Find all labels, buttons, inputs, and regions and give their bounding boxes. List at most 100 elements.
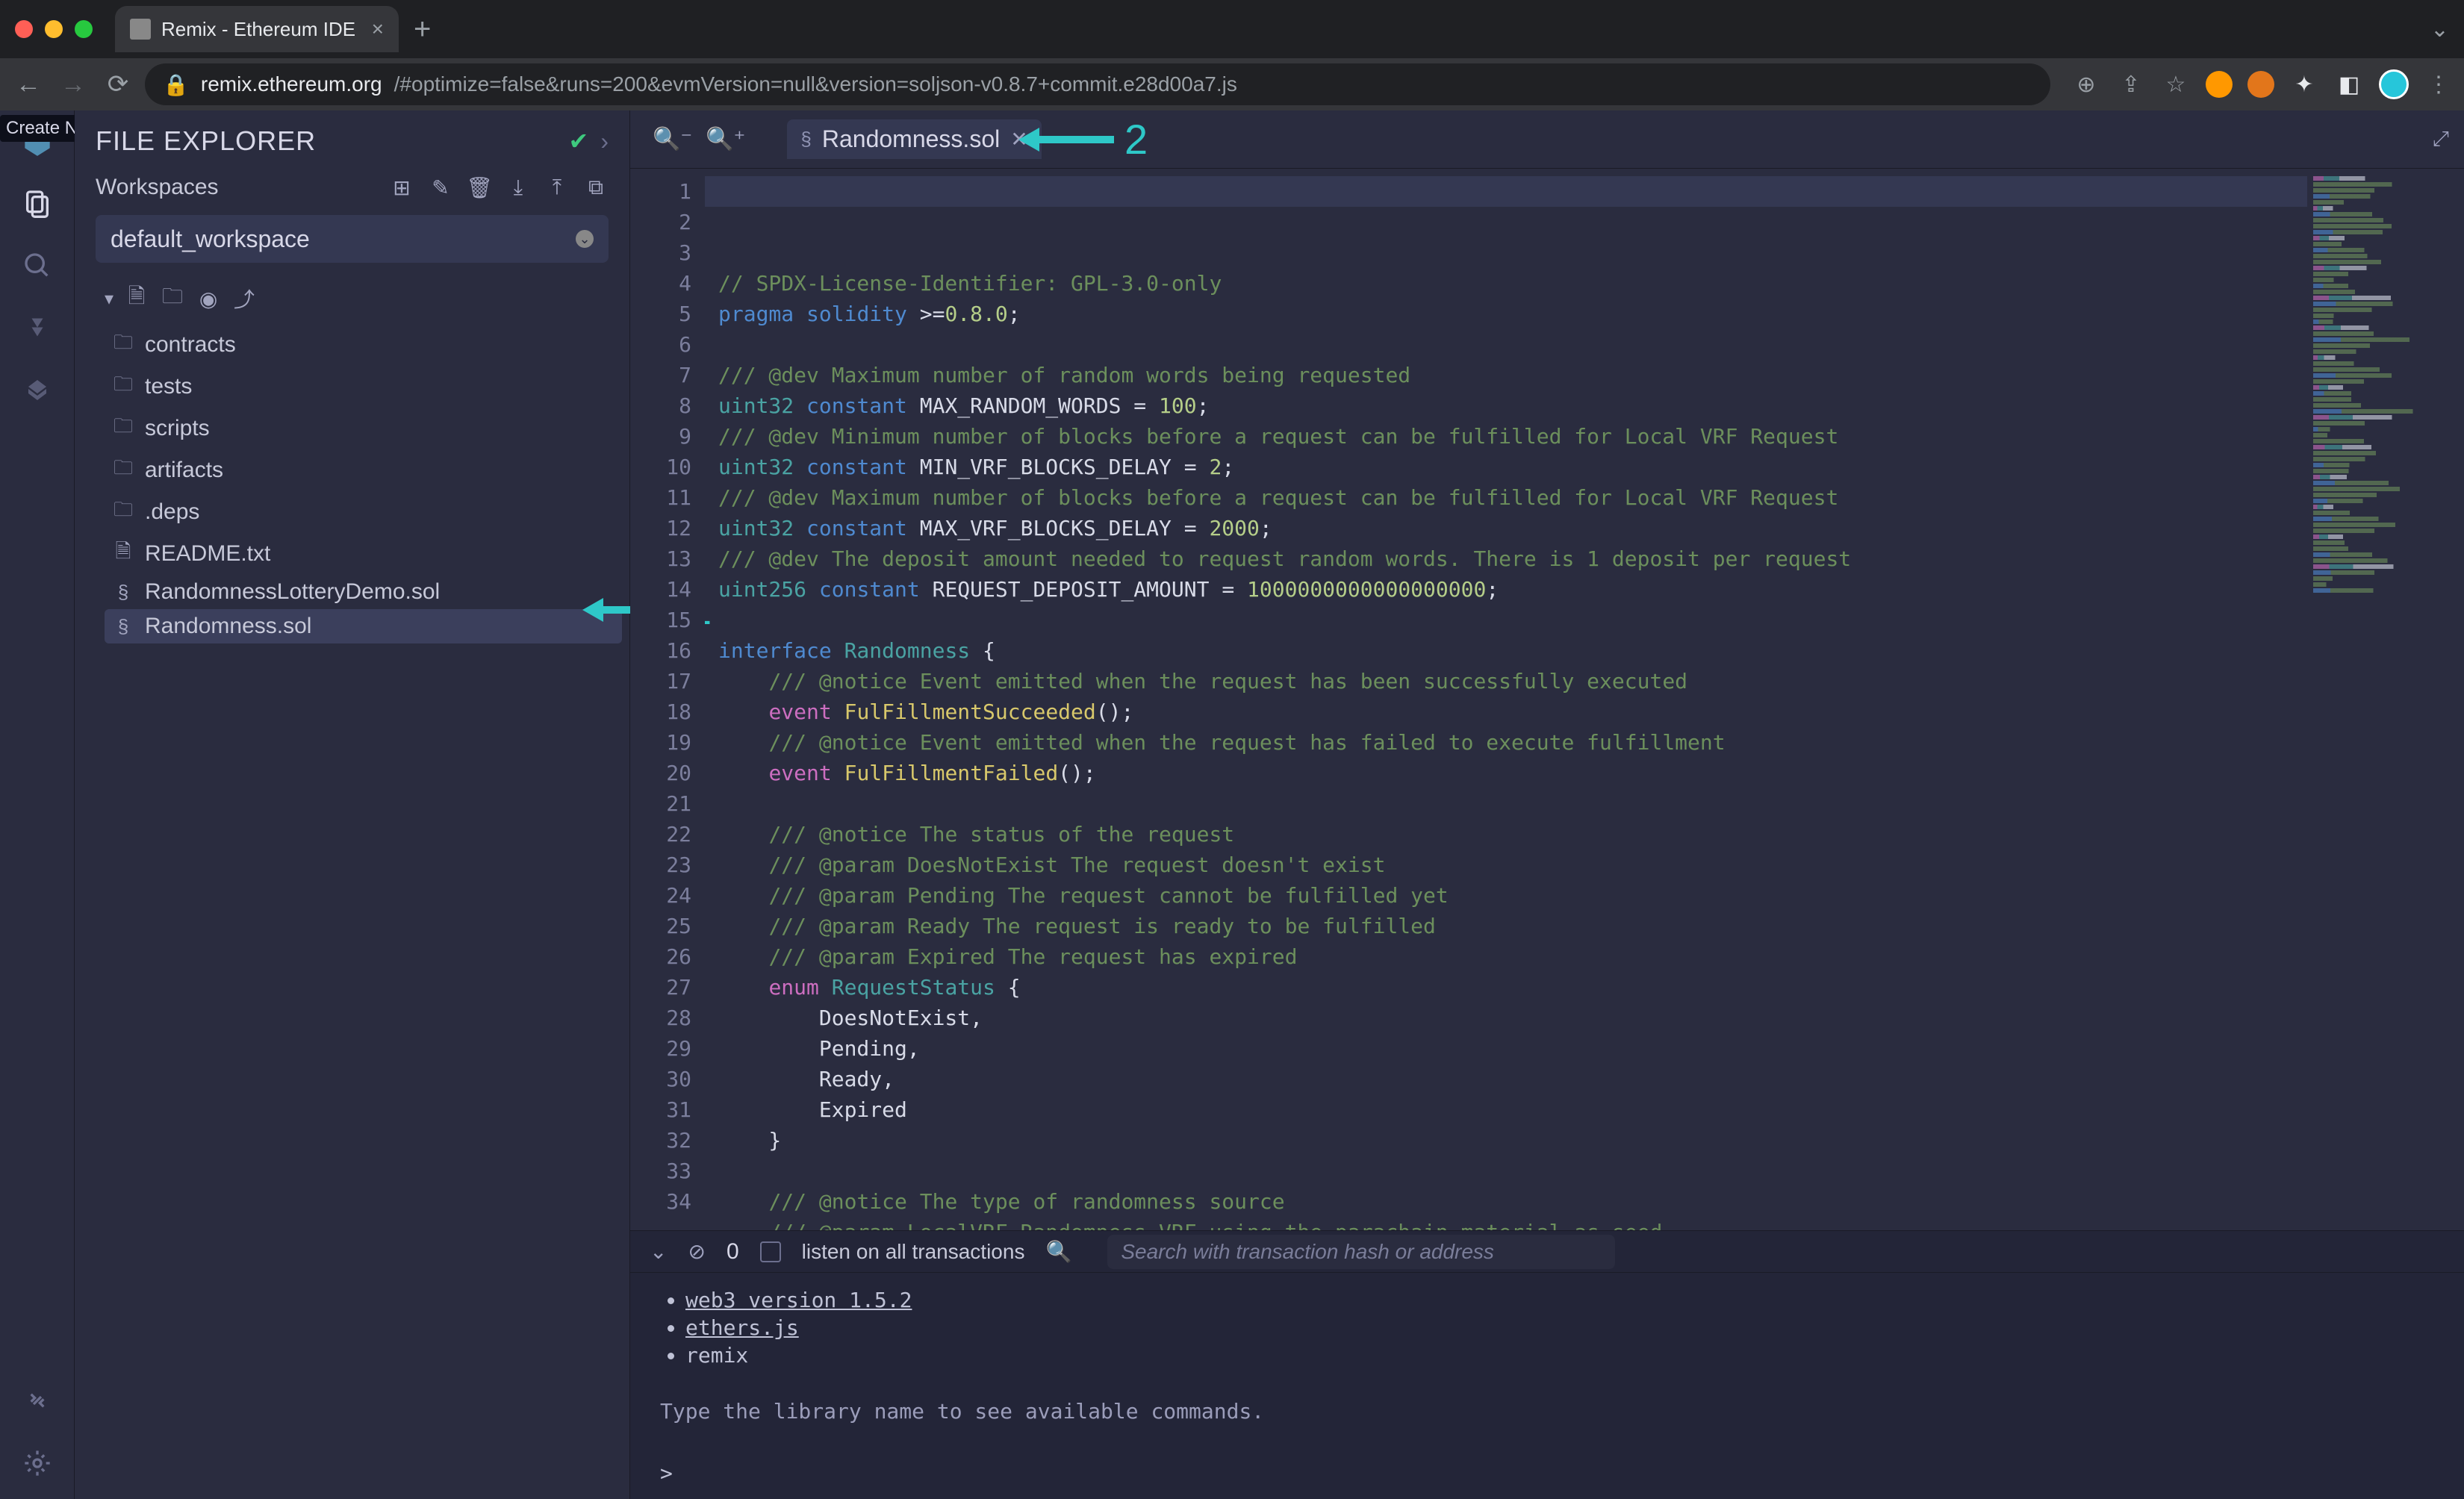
panel-chevron-icon[interactable]: › <box>600 128 609 155</box>
file-label: artifacts <box>145 458 223 483</box>
workspace-name: default_workspace <box>111 225 310 253</box>
deploy-run-icon[interactable] <box>16 370 58 412</box>
browser-tab[interactable]: Remix - Ethereum IDE × <box>115 6 399 52</box>
close-tab-icon[interactable]: × <box>372 17 384 41</box>
address-bar[interactable]: 🔒 remix.ethereum.org/#optimize=false&run… <box>145 63 2050 105</box>
terminal-search-icon[interactable]: 🔍 <box>1045 1239 1071 1264</box>
file-label: contracts <box>145 332 236 358</box>
compile-ok-icon[interactable]: ✔ <box>569 127 589 155</box>
profile-avatar[interactable] <box>2379 69 2409 99</box>
workspace-selector-chevron-icon: ⌄ <box>576 230 594 248</box>
url-path: /#optimize=false&runs=200&evmVersion=nul… <box>394 72 1237 96</box>
workspace-selector[interactable]: default_workspace ⌄ <box>96 215 609 263</box>
workspace-add-icon[interactable]: ⊞ <box>389 175 414 200</box>
pending-tx-count: 0 <box>727 1239 739 1265</box>
share-icon[interactable]: ⇪ <box>2116 69 2146 99</box>
maximize-window-button[interactable] <box>75 20 93 38</box>
reload-button[interactable]: ⟳ <box>100 66 136 102</box>
workspace-clone-icon[interactable]: ⧉ <box>583 175 609 200</box>
terminal-search-input[interactable]: Search with transaction hash or address <box>1107 1235 1615 1269</box>
file-item[interactable]: § RandomnessLotteryDemo.sol <box>105 575 622 609</box>
workspace-upload-icon[interactable]: ⤒ <box>544 175 570 200</box>
search-icon[interactable] <box>16 245 58 287</box>
expand-editor-icon[interactable]: ⤢ <box>2433 127 2449 152</box>
terminal-panel: ⌄ ⊘ 0 listen on all transactions 🔍 Searc… <box>630 1230 2464 1499</box>
forward-button[interactable]: → <box>55 66 91 102</box>
panel-icon[interactable]: ◧ <box>2334 69 2364 99</box>
terminal-hint: Type the library name to see available c… <box>660 1399 2434 1424</box>
line-gutter: 1234567891011121314151617181920212223242… <box>630 169 705 1230</box>
extension-orange-icon[interactable] <box>2206 71 2233 98</box>
workspace-rename-icon[interactable]: ✎ <box>428 175 453 200</box>
document-file-icon: 🗎 <box>112 537 134 570</box>
extension-metamask-icon[interactable] <box>2247 71 2274 98</box>
folder-item[interactable]: 🗀 tests <box>105 366 622 408</box>
solidity-file-icon: § <box>112 615 134 638</box>
editor-tab[interactable]: § Randomness.sol ✕ <box>787 119 1041 159</box>
terminal-toolbar: ⌄ ⊘ 0 listen on all transactions 🔍 Searc… <box>630 1231 2464 1273</box>
kebab-menu-icon[interactable]: ⋮ <box>2424 69 2454 99</box>
workspaces-label: Workspaces <box>96 175 376 200</box>
file-explorer-panel: FILE EXPLORER ✔ › Workspaces ⊞ ✎ 🗑 ⤓ ⤒ ⧉… <box>75 110 630 1499</box>
editor-area: 🔍⁻ 🔍⁺ § Randomness.sol ✕ ⤢ 2 12345678910… <box>630 110 2464 1499</box>
gist-upload-icon[interactable]: ⤴ <box>231 284 257 314</box>
terminal-collapse-icon[interactable]: ⌄ <box>650 1239 667 1264</box>
extensions-icon[interactable]: ✦ <box>2289 69 2319 99</box>
plugin-manager-icon[interactable] <box>16 1380 58 1421</box>
panel-title: FILE EXPLORER <box>96 125 557 157</box>
code-editor[interactable]: 1234567891011121314151617181920212223242… <box>630 169 2464 1230</box>
remix-favicon <box>130 19 151 40</box>
listen-checkbox[interactable] <box>760 1241 781 1262</box>
new-tab-button[interactable]: + <box>414 13 431 46</box>
zoom-icon[interactable]: ⊕ <box>2071 69 2101 99</box>
tree-collapse-chevron-icon[interactable]: ▾ <box>105 288 113 310</box>
folder-item[interactable]: 🗀 artifacts <box>105 449 622 491</box>
file-item[interactable]: 🗎README.txt <box>105 533 622 575</box>
workspace-download-icon[interactable]: ⤓ <box>505 175 531 200</box>
folder-icon: 🗀 <box>112 412 134 445</box>
url-domain: remix.ethereum.org <box>201 72 382 96</box>
workspace-delete-icon[interactable]: 🗑 <box>467 175 492 200</box>
file-item[interactable]: § Randomness.sol <box>105 609 622 643</box>
new-folder-icon[interactable]: 🗀 <box>160 281 185 317</box>
back-button[interactable]: ← <box>10 66 46 102</box>
annotation-arrow-2: 2 <box>1018 115 1148 163</box>
terminal-lib-item: remix <box>685 1341 2434 1369</box>
solidity-compiler-icon[interactable] <box>16 308 58 349</box>
solidity-file-icon: § <box>112 581 134 604</box>
minimize-window-button[interactable] <box>45 20 63 38</box>
workspaces-row: Workspaces ⊞ ✎ 🗑 ⤓ ⤒ ⧉ <box>75 164 629 211</box>
listen-label: listen on all transactions <box>802 1240 1025 1264</box>
code-content[interactable]: // SPDX-License-Identifier: GPL-3.0-only… <box>705 169 2307 1230</box>
folder-item[interactable]: 🗀 .deps <box>105 491 622 533</box>
folder-icon: 🗀 <box>112 496 134 529</box>
app-root: Create New File FILE EXPLORER ✔ <box>0 110 2464 1499</box>
zoom-out-icon[interactable]: 🔍⁻ <box>653 126 692 152</box>
file-label: Randomness.sol <box>145 614 311 639</box>
editor-toolbar: 🔍⁻ 🔍⁺ § Randomness.sol ✕ ⤢ <box>630 110 2464 169</box>
file-explorer-icon[interactable] <box>16 182 58 224</box>
close-window-button[interactable] <box>15 20 33 38</box>
traffic-lights <box>15 20 93 38</box>
browser-tab-title: Remix - Ethereum IDE <box>161 18 355 41</box>
file-label: .deps <box>145 499 199 525</box>
file-tree: ▾ 🗎 🗀 ◉ ⤴ 🗀contracts🗀tests🗀scripts🗀artif… <box>75 276 629 643</box>
terminal-output[interactable]: web3 version 1.5.2ethers.jsremix Type th… <box>630 1273 2464 1499</box>
file-label: tests <box>145 374 192 399</box>
folder-item[interactable]: 🗀scripts <box>105 408 622 449</box>
folder-icon: 🗀 <box>112 370 134 403</box>
toolbar-icons: ⊕ ⇪ ☆ ✦ ◧ ⋮ <box>2071 69 2454 99</box>
new-file-icon[interactable]: 🗎 <box>124 281 149 317</box>
settings-icon[interactable] <box>16 1442 58 1484</box>
terminal-prompt: > <box>660 1461 2434 1486</box>
terminal-clear-icon[interactable]: ⊘ <box>688 1239 705 1264</box>
file-label: RandomnessLotteryDemo.sol <box>145 579 440 605</box>
folder-item[interactable]: 🗀contracts <box>105 324 622 366</box>
bookmark-icon[interactable]: ☆ <box>2161 69 2191 99</box>
folder-icon: 🗀 <box>112 454 134 487</box>
minimap[interactable] <box>2307 169 2464 1230</box>
tab-overflow-chevron-icon[interactable]: ⌄ <box>2430 16 2449 43</box>
editor-tab-title: Randomness.sol <box>822 125 1000 153</box>
zoom-in-icon[interactable]: 🔍⁺ <box>706 126 745 152</box>
github-icon[interactable]: ◉ <box>196 287 221 311</box>
